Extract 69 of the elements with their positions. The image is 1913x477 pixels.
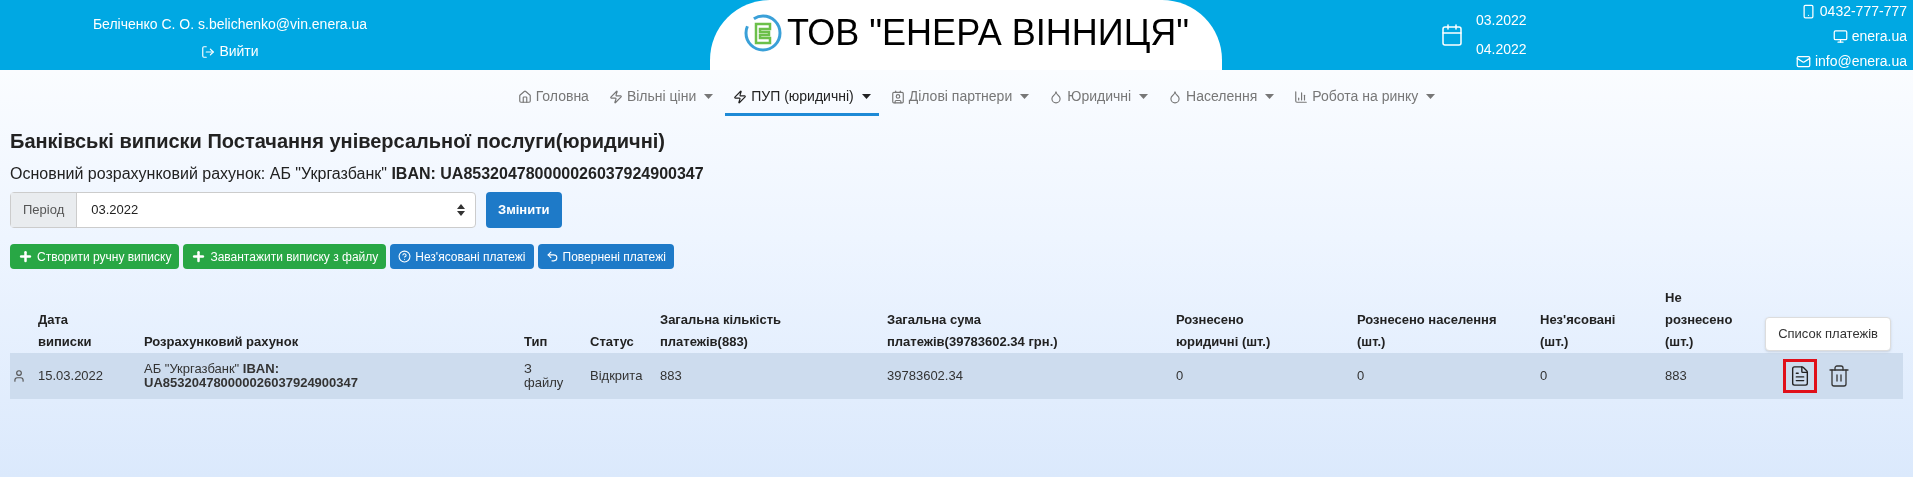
column-header: Рознесено юридичні (шт.) — [1176, 311, 1272, 351]
nav-tab[interactable]: Юридичні — [1041, 80, 1157, 116]
user-info: Беліченко С. О. s.belichenko@vin.enera.ua — [92, 15, 368, 34]
action-button[interactable]: Створити ручну виписку — [10, 244, 180, 269]
table-cell-text: АБ "Укргазбанк" IBAN: UA853204780000026037924900347 — [144, 362, 359, 390]
website-link[interactable]: enera.ua — [1832, 26, 1907, 47]
period-date: 04.2022 — [1476, 40, 1527, 59]
plus-icon — [191, 249, 207, 264]
column-header: Розрахунковий рахунок — [144, 333, 300, 351]
document-icon — [1789, 365, 1811, 387]
nav-tab[interactable]: Робота на ринку — [1286, 80, 1444, 116]
person-icon — [12, 369, 26, 383]
table-cell-text: 0 — [1176, 369, 1185, 383]
payment-list-button[interactable] — [1783, 359, 1817, 393]
column-header: Дата виписки — [38, 311, 93, 351]
lightning-icon — [608, 89, 623, 104]
house-icon — [517, 89, 532, 104]
action-button[interactable]: Завантажити виписку з файлу — [183, 244, 387, 269]
undo-icon — [545, 250, 559, 263]
drop-icon — [1168, 89, 1183, 104]
table-cell-text: 0 — [1357, 369, 1366, 383]
table-cell: З файлу — [524, 362, 564, 390]
action-button[interactable]: Нез'ясовані платежі — [390, 244, 534, 269]
calendar-icon — [1440, 23, 1464, 47]
nav-tab[interactable]: Ділові партнери — [882, 80, 1038, 116]
table-cell-text: 0 — [1540, 369, 1549, 383]
column-header: Нез'ясовані (шт.) — [1540, 311, 1617, 351]
account-line: Основний розрахунковий рахунок: АБ "Укргазбанк" IBAN: UA853204780000026037924900347 — [10, 164, 705, 184]
column-header: Загальна кількість платежів(883) — [660, 311, 783, 351]
delete-button[interactable] — [1827, 364, 1851, 388]
select-arrows-icon — [457, 204, 465, 216]
nav-tab[interactable]: Населення — [1160, 80, 1283, 116]
trash-icon — [1827, 364, 1851, 388]
company-title: ТОВ "ЕНЕРА ВІННИЦЯ" — [786, 11, 1190, 55]
monitor-icon — [1832, 29, 1848, 44]
column-header: Не рознесено (шт.) — [1665, 289, 1734, 351]
column-header: Статус — [590, 333, 635, 351]
period-date: 03.2022 — [1476, 11, 1527, 30]
plus-icon — [18, 249, 33, 264]
table-cell-text: 15.03.2022 — [38, 369, 105, 383]
drop-icon — [1049, 89, 1064, 104]
period-label: Період — [11, 193, 78, 227]
page-title: Банківські виписки Постачання універсальної послуги(юридичні) — [10, 129, 667, 154]
nav-tab[interactable]: Головна — [509, 80, 597, 116]
table-cell-text: 39783602.34 — [887, 369, 964, 383]
logo-icon — [742, 13, 783, 53]
mail-icon — [1795, 54, 1811, 69]
nav-tab[interactable]: ПУП (юридичні) — [725, 80, 879, 116]
email-link[interactable]: info@enera.ua — [1795, 51, 1907, 72]
bar-chart-icon — [1294, 89, 1309, 104]
tooltip: Список платежів — [1765, 317, 1891, 351]
phone-icon — [1800, 4, 1816, 19]
logout-icon — [201, 44, 216, 59]
lightning-icon — [733, 89, 748, 104]
question-icon — [398, 250, 412, 263]
nav-tab[interactable]: Вільні ціни — [600, 80, 722, 116]
table-cell-text: 883 — [1665, 369, 1688, 383]
change-button[interactable]: Змінити — [486, 192, 562, 228]
column-header: Загальна сума платежів(39783602.34 грн.) — [887, 311, 1059, 351]
action-button[interactable]: Повернені платежі — [537, 244, 674, 269]
column-header: Тип — [524, 333, 549, 351]
phone-number: 0432-777-777 — [1800, 1, 1907, 22]
table-cell-text: Відкрита — [590, 369, 644, 383]
logout-link[interactable]: Вийти — [201, 41, 259, 62]
column-header: Рознесено населення (шт.) — [1357, 311, 1498, 351]
id-card-icon — [890, 89, 905, 104]
period-value: 03.2022 — [90, 201, 140, 220]
table-cell-text: 883 — [660, 369, 683, 383]
period-select[interactable]: Період 03.2022 — [10, 192, 476, 228]
